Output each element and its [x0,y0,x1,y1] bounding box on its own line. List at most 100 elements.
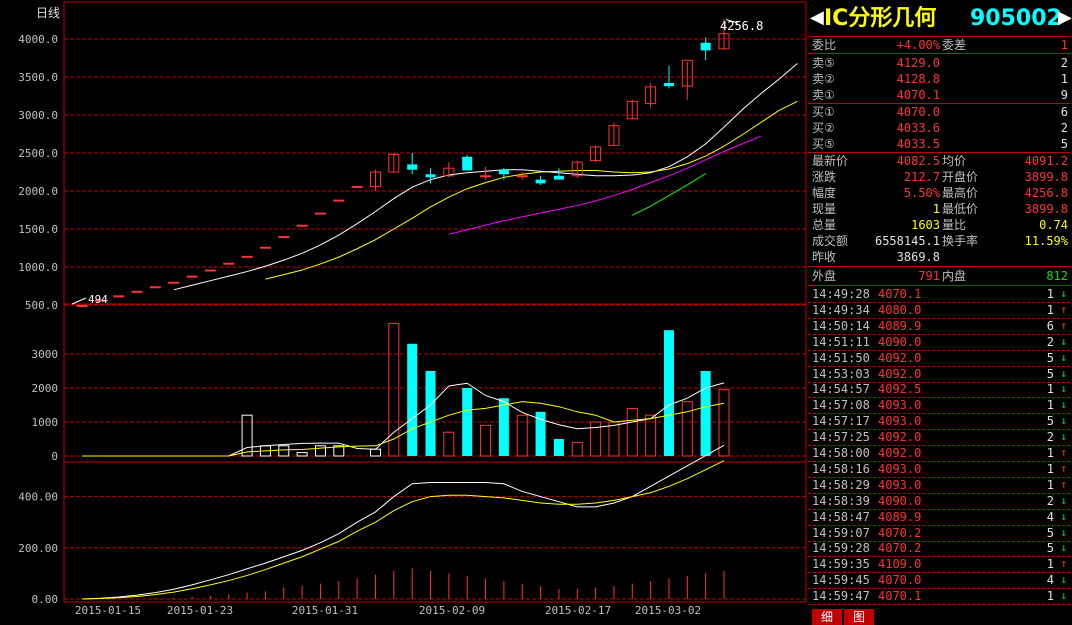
candle [590,145,602,163]
tick-price: 4092.5 [878,382,922,397]
tick-price: 4089.9 [878,509,922,524]
tick-price: 4080.0 [878,302,922,317]
candle [296,224,308,227]
candle [333,199,345,202]
tick-direction-down-icon: ↓ [1060,589,1067,603]
candle [516,172,528,180]
tick-direction-down-icon: ↓ [1060,414,1067,428]
tick-time: 14:57:25 [812,430,870,445]
volume-bar [516,414,528,457]
tick-time: 14:54:57 [812,382,870,397]
volume-bar [443,431,455,457]
tick-volume: 2 [1046,430,1054,445]
stat-label: 现量 [812,202,837,216]
tick-time: 14:49:28 [812,287,870,301]
candle [204,269,216,272]
stat-label: 量比 [942,218,967,232]
min-price-label: 494 [88,293,108,306]
stat-label: 最新价 [812,154,849,168]
candle [186,275,198,278]
candle [76,304,88,307]
tick-direction-up-icon: ↑ [1060,302,1067,316]
panel-divider [808,285,1070,286]
buy-level-row: 买① 4070.0 6 [808,104,1072,120]
tick-direction-down-icon: ↓ [1060,287,1067,300]
tick-time: 14:58:00 [812,446,870,460]
outer-label: 外盘 [812,269,837,283]
inner-label: 内盘 [942,269,967,283]
weibi-label: 委比 [812,38,837,52]
price-tick-label: 500.0 [25,299,58,312]
tick-time: 14:58:29 [812,477,870,492]
instrument-code: 905002 [970,6,1062,31]
tick-time: 14:59:28 [812,541,870,556]
tick-price: 4070.2 [878,525,922,540]
sell-level-label: 卖⑤ [812,56,835,70]
stat-value: 3899.8 [1024,202,1068,216]
candle-body [462,156,473,171]
price-tick-label: 4000.0 [18,33,58,46]
kline-chart[interactable]: 日线 4000.0 3500.0 3000.0 2500.0 2000.0 1500.0 10… [0,0,808,623]
sell-level-label: 卖① [812,88,835,102]
tick-direction-down-icon: ↓ [1060,350,1067,364]
buy-level-price: 4033.6 [896,121,940,135]
tick-price: 4093.0 [878,477,922,492]
stats-row: 总量 1603 量比 0.74 [808,217,1072,233]
tick-price: 4092.0 [878,430,922,445]
prev-arrow-icon[interactable]: ◀ [810,8,824,28]
volume-bar [369,448,381,457]
candle-body [259,246,271,249]
candle-body [131,290,143,293]
next-arrow-icon[interactable]: ▶ [1058,8,1072,28]
tick-volume: 1 [1046,589,1054,604]
tick-direction-down-icon: ↓ [1060,525,1067,539]
price-tick-label: 2500.0 [18,147,58,160]
volume-bar [553,439,564,456]
tick-time: 14:57:17 [812,414,870,429]
date-tick-label: 2015-01-15 [75,604,141,617]
tick-price: 4070.1 [878,589,922,604]
panel-divider [808,266,1070,267]
candle-body [333,199,345,202]
price-tick-label: 2000.0 [18,185,58,198]
tick-volume: 1 [1046,446,1054,460]
buy-level-price: 4070.0 [896,105,940,119]
stats-row: 现量 1 最低价 3899.8 [808,201,1072,217]
tick-time: 14:51:50 [812,350,870,365]
volume-bar [681,401,693,457]
tick-direction-down-icon: ↓ [1060,509,1067,523]
candle-body [700,42,711,51]
tick-direction-down-icon: ↓ [1060,382,1067,396]
buy-level-label: 买② [812,121,835,135]
tick-price: 4093.0 [878,414,922,429]
tick-volume: 4 [1046,573,1054,588]
date-tick-label: 2015-02-09 [419,604,485,617]
tick-volume: 1 [1046,287,1054,301]
chart-frame [63,1,807,603]
buy-level-label: 买① [812,105,835,119]
tick-volume: 5 [1046,525,1054,540]
chart-title: 日线 [36,6,60,20]
stat-label: 涨跌 [812,170,837,184]
volume-bar [498,398,509,456]
price-ma-line-ma30 [632,173,706,216]
tick-time: 14:50:14 [812,318,870,333]
candle [681,59,693,100]
min-pointer [71,297,87,305]
stat-value: 3899.8 [1024,170,1068,184]
sell-level-row: 卖⑤ 4129.0 2 [808,55,1072,71]
buy-level-volume: 5 [1060,137,1068,151]
stat-value: 212.7 [903,170,940,184]
indicator-tick-label: 400.00 [18,491,58,504]
candle-body [186,275,198,278]
candle [369,169,381,191]
candle [113,295,125,298]
weibi-value: +4.00% [896,38,940,52]
volume-bar [663,330,674,456]
sell-level-label: 卖② [812,72,835,86]
weicha-label: 委差 [942,38,967,52]
quote-header: ◀ IC分形几何 905002 ▶ [808,0,1072,36]
sell-level-price: 4129.0 [896,56,940,70]
candle-body [553,175,564,180]
volume-bar [571,441,583,457]
